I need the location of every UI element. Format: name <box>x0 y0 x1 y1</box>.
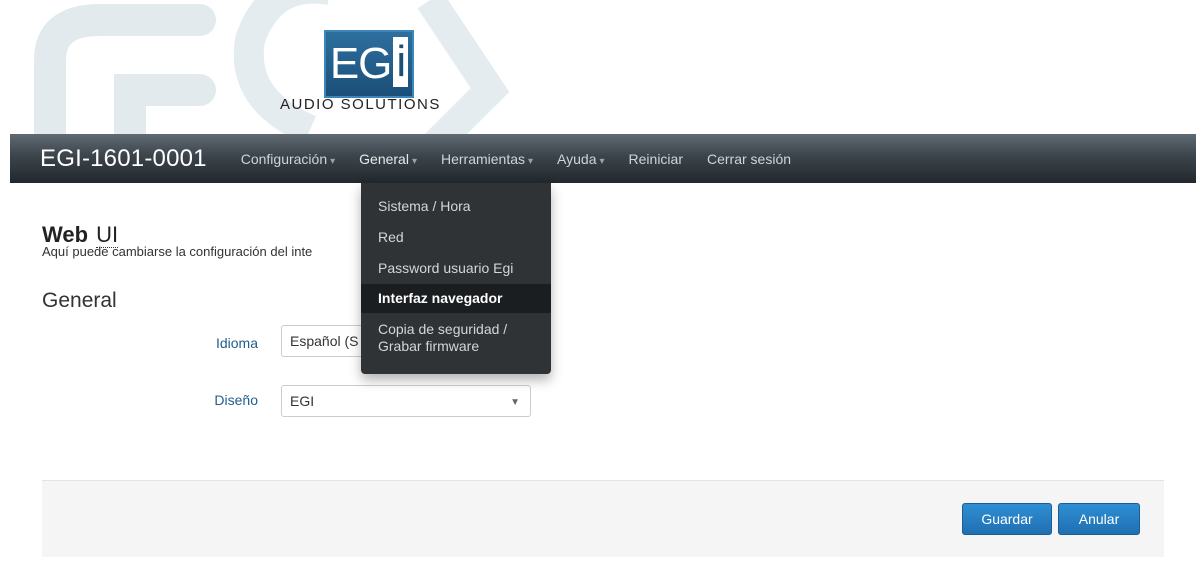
nav-cerrar-sesion[interactable]: Cerrar sesión <box>695 151 803 167</box>
chevron-down-icon: ▾ <box>599 155 605 167</box>
menu-item-copia-seguridad-line1: Copia de seguridad / <box>378 321 508 337</box>
save-button[interactable]: Guardar <box>962 503 1052 535</box>
chevron-down-icon: ▾ <box>528 155 534 167</box>
diseno-select-value: EGI <box>290 393 315 409</box>
nav-ayuda-label: Ayuda <box>557 150 597 167</box>
device-brand[interactable]: EGI-1601-0001 <box>40 145 207 173</box>
nav-configuracion-label: Configuración <box>240 150 328 167</box>
idioma-label: Idioma <box>215 335 258 351</box>
logo-mark: EG i <box>324 30 414 98</box>
chevron-down-icon: ▼ <box>510 397 520 408</box>
page: EG i AUDIO SOLUTIONS EGI-1601-0001 Config… <box>0 0 1204 567</box>
nav-herramientas-label: Herramientas <box>440 150 526 167</box>
nav-configuracion[interactable]: Configuración ▾ <box>229 151 347 167</box>
general-dropdown-menu: Sistema / Hora Red Password usuario Egi … <box>361 183 551 374</box>
menu-item-password-usuario[interactable]: Password usuario Egi <box>361 253 551 284</box>
chevron-down-icon: ▾ <box>330 155 336 167</box>
nav-reiniciar[interactable]: Reiniciar <box>617 151 695 167</box>
menu-item-copia-seguridad[interactable]: Copia de seguridad / Grabar firmware <box>361 313 551 362</box>
nav-general-label: General <box>359 150 409 167</box>
menu-item-interfaz-navegador[interactable]: Interfaz navegador <box>361 284 551 313</box>
cancel-button[interactable]: Anular <box>1058 503 1140 535</box>
logo-subtitle: AUDIO SOLUTIONS <box>280 96 441 113</box>
nav-general[interactable]: General ▾ <box>347 151 429 167</box>
logo-watermark-graphic <box>34 0 510 134</box>
nav-ayuda[interactable]: Ayuda ▾ <box>545 151 616 167</box>
menu-item-red[interactable]: Red <box>361 222 551 253</box>
menu-item-sistema-hora[interactable]: Sistema / Hora <box>361 191 551 222</box>
diseno-select[interactable]: EGI ▼ <box>281 385 531 417</box>
diseno-label: Diseño <box>214 392 258 408</box>
page-description: Aquí puede cambiarse la configuración de… <box>42 244 313 259</box>
logo-background <box>10 0 530 134</box>
chevron-down-icon: ▾ <box>411 155 417 167</box>
nav-herramientas[interactable]: Herramientas ▾ <box>429 151 545 167</box>
idioma-select[interactable]: Español (S <box>281 325 371 357</box>
idioma-select-value: Español (S <box>290 333 359 349</box>
top-navbar: EGI-1601-0001 Configuración ▾ General ▾ He… <box>10 134 1196 183</box>
section-title-general: General <box>42 289 117 312</box>
menu-item-copia-seguridad-line2: Grabar firmware <box>378 338 480 354</box>
